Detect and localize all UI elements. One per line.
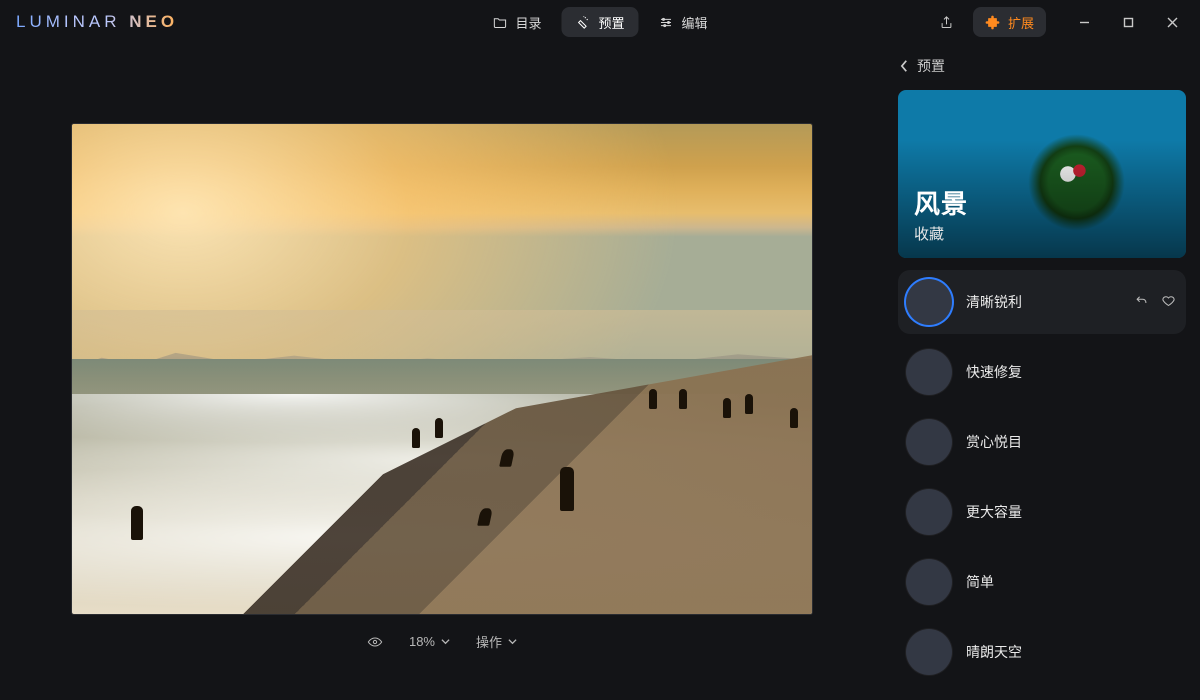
preset-favorite[interactable] [1161,293,1176,311]
viewer-footer: 18% 操作 [367,632,517,651]
zoom-dropdown[interactable]: 18% [409,634,450,649]
preset-item[interactable]: 快速修复 [898,340,1186,404]
extensions-label: 扩展 [1008,13,1034,32]
workspace: 18% 操作 预置 风景 收藏 清晰锐利快速修复赏心悦目更大容量简单晴朗天空 [0,44,1200,700]
extensions-button[interactable]: 扩展 [973,7,1046,37]
preset-thumb [906,559,952,605]
sliders-icon [659,15,674,30]
collection-card[interactable]: 风景 收藏 [898,90,1186,258]
close-icon [1167,17,1178,28]
mode-presets-label: 预置 [598,13,624,32]
minimize-icon [1079,17,1090,28]
mode-edit[interactable]: 编辑 [645,7,722,37]
chevron-left-icon [900,59,909,73]
compare-toggle[interactable] [367,634,383,650]
actions-label: 操作 [476,632,502,651]
presets-panel: 预置 风景 收藏 清晰锐利快速修复赏心悦目更大容量简单晴朗天空 [884,44,1200,700]
title-bar: LUMINAR NEO 目录 预置 编辑 扩展 [0,0,1200,44]
preset-thumb [906,629,952,675]
collection-subtitle: 收藏 [914,223,968,244]
zoom-value: 18% [409,634,435,649]
sparkle-icon [575,15,590,30]
preset-thumb [906,349,952,395]
preset-label: 赏心悦目 [966,432,1022,452]
app-logo-text: LUMINAR [16,12,121,31]
share-icon [939,15,954,30]
collection-title: 风景 [914,184,968,221]
puzzle-icon [985,15,1000,30]
chevron-down-icon [441,637,450,646]
window-minimize[interactable] [1062,7,1106,37]
photo-viewport[interactable] [72,124,812,614]
actions-dropdown[interactable]: 操作 [476,632,517,651]
preset-list: 清晰锐利快速修复赏心悦目更大容量简单晴朗天空 [884,270,1200,696]
preset-thumb [906,279,952,325]
mode-catalog[interactable]: 目录 [478,7,555,37]
preset-label: 清晰锐利 [966,292,1022,312]
window-controls [1062,7,1194,37]
preset-item[interactable]: 简单 [898,550,1186,614]
preset-label: 晴朗天空 [966,642,1022,662]
preset-item[interactable]: 清晰锐利 [898,270,1186,334]
preset-label: 更大容量 [966,502,1022,522]
maximize-icon [1123,17,1134,28]
canvas-area: 18% 操作 [0,44,884,700]
folder-icon [492,15,507,30]
chevron-down-icon [508,637,517,646]
window-close[interactable] [1150,7,1194,37]
preset-label: 快速修复 [966,362,1022,382]
app-logo: LUMINAR NEO [16,12,178,32]
mode-switcher: 目录 预置 编辑 [478,7,721,37]
eye-icon [367,634,383,650]
preset-label: 简单 [966,572,994,592]
mode-presets[interactable]: 预置 [561,7,638,37]
preset-undo[interactable] [1134,293,1149,311]
preset-item[interactable]: 更大容量 [898,480,1186,544]
share-button[interactable] [931,7,963,37]
preset-item[interactable]: 赏心悦目 [898,410,1186,474]
preset-actions [1134,293,1176,311]
mode-catalog-label: 目录 [515,13,541,32]
panel-title: 预置 [917,56,945,76]
window-maximize[interactable] [1106,7,1150,37]
mode-edit-label: 编辑 [682,13,708,32]
app-logo-suffix: NEO [129,12,178,31]
preset-thumb [906,419,952,465]
preset-thumb [906,489,952,535]
heart-icon [1161,293,1176,308]
panel-back[interactable]: 预置 [884,44,1200,84]
preset-item[interactable]: 晴朗天空 [898,620,1186,684]
undo-icon [1134,293,1149,308]
